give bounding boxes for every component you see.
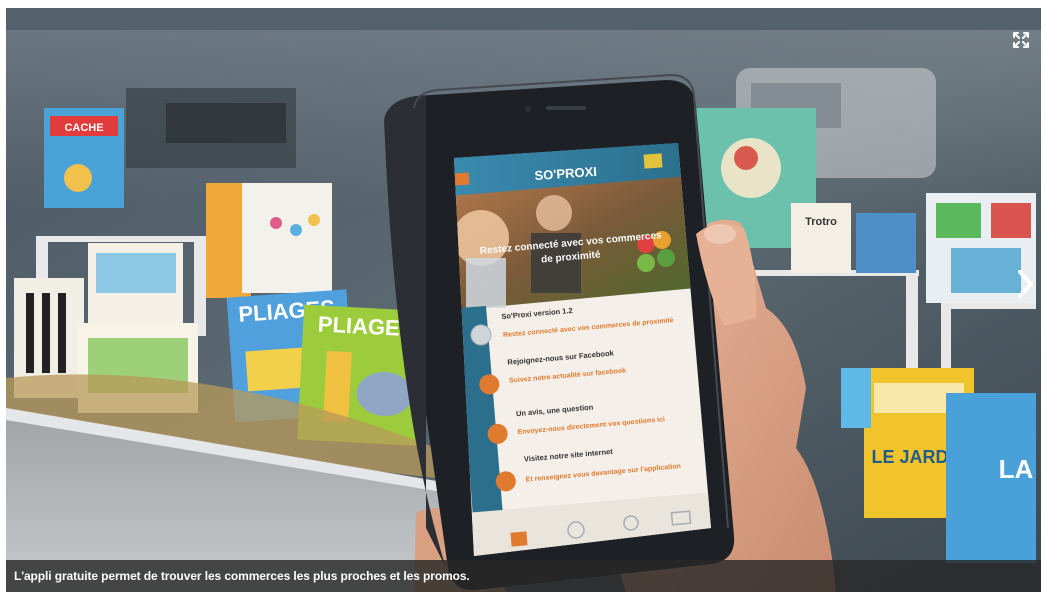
expand-arrows-icon xyxy=(1013,32,1029,48)
next-image-button[interactable] xyxy=(1011,264,1039,304)
photo: CACHE PLIAGES PLIAGES Trotro LE JARDIN L… xyxy=(6,8,1041,592)
svg-text:Trotro: Trotro xyxy=(805,216,837,228)
fullscreen-button[interactable] xyxy=(1009,28,1033,52)
caption-bar: L'appli gratuite permet de trouver les c… xyxy=(6,560,1041,592)
chevron-right-icon xyxy=(1018,270,1033,298)
image-caption: L'appli gratuite permet de trouver les c… xyxy=(14,569,470,583)
svg-text:LA: LA xyxy=(999,454,1034,484)
photo-viewer: CACHE PLIAGES PLIAGES Trotro LE JARDIN L… xyxy=(6,8,1041,592)
svg-text:CACHE: CACHE xyxy=(64,122,103,134)
